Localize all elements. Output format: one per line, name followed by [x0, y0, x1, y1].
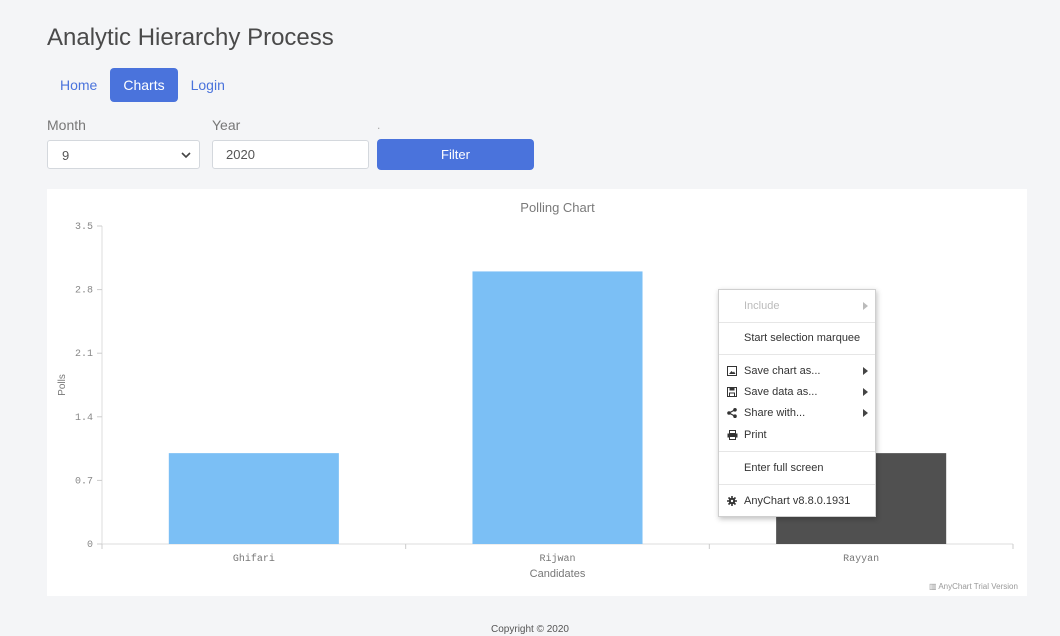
- x-tick-label: Ghifari: [233, 553, 275, 565]
- chevron-down-icon: [181, 152, 191, 159]
- polling-chart[interactable]: Polling Chart 0 0.7 1.4 2.1 2.8 3.5 Polls Ghifar…: [47, 189, 1027, 596]
- trial-text: AnyChart Trial Version: [938, 582, 1018, 591]
- chevron-right-icon: [863, 409, 868, 417]
- menu-item-label: Start selection marquee: [744, 332, 861, 344]
- month-select[interactable]: 9: [47, 140, 200, 169]
- y-tick-label: 1.4: [75, 413, 93, 424]
- menu-item-label: Save data as...: [744, 386, 818, 398]
- nav-login[interactable]: Login: [178, 68, 238, 102]
- y-axis-title: Polls: [57, 374, 68, 396]
- menu-item-print[interactable]: Print: [719, 425, 875, 445]
- menu-item-marquee[interactable]: Start selection marquee: [719, 328, 875, 348]
- bar-rijwan: [472, 271, 643, 544]
- y-tick-label: 0: [87, 540, 93, 551]
- image-icon: [727, 366, 737, 376]
- trial-watermark: ▥ AnyChart Trial Version: [929, 582, 1018, 591]
- dot-label: .: [377, 118, 381, 132]
- chevron-right-icon: [863, 367, 868, 375]
- menu-divider: [719, 354, 875, 355]
- menu-divider: [719, 451, 875, 452]
- chevron-right-icon: [863, 302, 868, 310]
- menu-item-label: Print: [744, 429, 767, 441]
- bar-ghifari: [168, 453, 339, 544]
- menu-item-label: Save chart as...: [744, 365, 821, 377]
- month-label: Month: [47, 117, 86, 133]
- share-icon: [727, 408, 737, 418]
- chart-title: Polling Chart: [520, 200, 595, 215]
- chart-canvas[interactable]: Polling Chart 0 0.7 1.4 2.1 2.8 3.5 Polls Ghifar…: [47, 189, 1027, 596]
- menu-item-fullscreen[interactable]: Enter full screen: [719, 458, 875, 478]
- menu-item-label: Enter full screen: [744, 462, 824, 474]
- y-tick-label: 2.1: [75, 349, 93, 360]
- x-tick-label: Rayyan: [843, 554, 879, 565]
- menu-item-label: Include: [744, 300, 780, 312]
- gear-icon: [727, 496, 737, 506]
- filter-button[interactable]: Filter: [377, 139, 534, 170]
- menu-item-save-chart[interactable]: Save chart as...: [719, 361, 875, 381]
- y-tick-label: 0.7: [75, 476, 93, 487]
- nav-charts[interactable]: Charts: [110, 68, 178, 102]
- context-menu: Include Start selection marquee Save cha…: [718, 289, 876, 517]
- print-icon: [727, 430, 738, 440]
- chevron-right-icon: [863, 388, 868, 396]
- month-select-value: 9: [62, 148, 70, 163]
- menu-item-save-data[interactable]: Save data as...: [719, 382, 875, 402]
- year-input[interactable]: [212, 140, 369, 169]
- menu-item-label: Share with...: [744, 407, 806, 419]
- nav-bar: Home Charts Login: [47, 68, 238, 102]
- y-tick-label: 3.5: [75, 222, 93, 233]
- menu-divider: [719, 322, 875, 323]
- footer-copyright: Copyright © 2020: [491, 624, 569, 635]
- nav-home[interactable]: Home: [47, 68, 110, 102]
- menu-divider: [719, 484, 875, 485]
- menu-item-version[interactable]: AnyChart v8.8.0.1931: [719, 491, 875, 511]
- menu-item-share[interactable]: Share with...: [719, 403, 875, 423]
- save-icon: [727, 387, 737, 397]
- chart-icon: ▥: [929, 582, 937, 591]
- y-tick-label: 2.8: [75, 286, 93, 297]
- x-axis-title: Candidates: [530, 568, 586, 580]
- menu-item-label: AnyChart v8.8.0.1931: [744, 495, 851, 507]
- menu-item-include[interactable]: Include: [719, 296, 875, 316]
- page-title: Analytic Hierarchy Process: [47, 24, 334, 51]
- year-label: Year: [212, 117, 241, 133]
- x-tick-label: Rijwan: [539, 553, 575, 565]
